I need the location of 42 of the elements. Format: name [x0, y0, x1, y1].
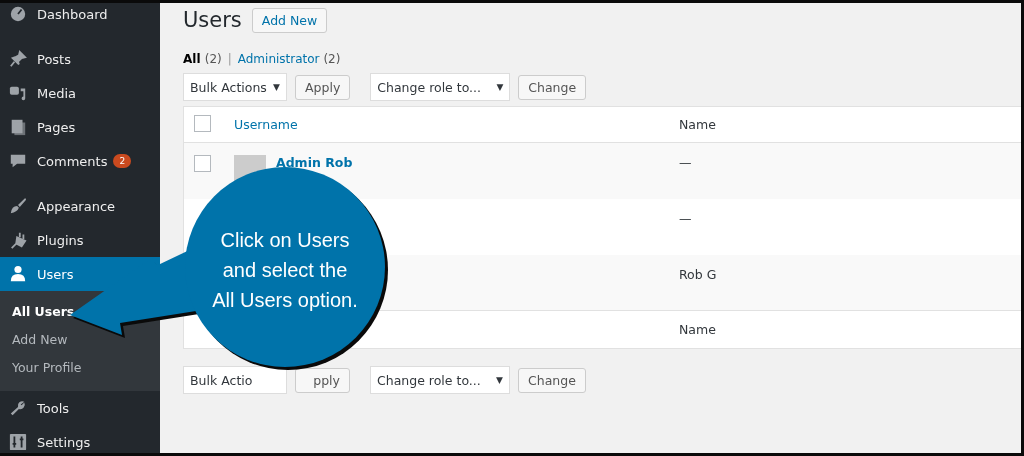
- add-new-button[interactable]: Add New: [251, 7, 328, 33]
- sidebar-item[interactable]: Appearance: [0, 189, 160, 223]
- apply-button[interactable]: pply: [295, 367, 350, 393]
- change-role-select[interactable]: Change role to... ▼: [370, 73, 511, 101]
- sidebar-item[interactable]: Plugins: [0, 223, 160, 257]
- sidebar-item[interactable]: Posts: [0, 42, 160, 76]
- bulk-actions-select[interactable]: Bulk Actions ▼: [183, 73, 287, 101]
- plug-icon: [9, 231, 27, 249]
- sidebar-item[interactable]: Tools: [0, 391, 160, 425]
- change-button[interactable]: Change: [518, 367, 586, 393]
- media-icon: [9, 84, 27, 102]
- table-cell: Rob G: [679, 266, 717, 282]
- wrench-icon: [9, 399, 27, 417]
- sidebar-item[interactable]: Dashboard: [0, 3, 160, 31]
- column-header[interactable]: Username: [234, 117, 298, 132]
- submenu-item[interactable]: Add New: [0, 326, 160, 354]
- row-checkbox[interactable]: [194, 155, 211, 172]
- count-badge: 2: [113, 154, 132, 168]
- select-all-checkbox[interactable]: [194, 114, 211, 132]
- callout-text: Click on Users and select the All Users option.: [211, 228, 359, 313]
- pin-icon: [9, 50, 27, 68]
- change-button[interactable]: Change: [518, 74, 587, 100]
- filter-link[interactable]: All (2): [183, 52, 222, 66]
- column-header: Name: [679, 117, 716, 132]
- table-cell: —: [679, 210, 692, 226]
- sidebar-item[interactable]: Media: [0, 76, 160, 110]
- bulk-actions-select[interactable]: Bulk Actio: [183, 366, 287, 394]
- change-role-select[interactable]: Change role to... ▼: [370, 366, 510, 394]
- submenu-item[interactable]: Your Profile: [0, 354, 160, 382]
- filter-link[interactable]: Administrator (2): [237, 52, 341, 66]
- sidebar-item[interactable]: Settings: [0, 425, 160, 453]
- page-title: Users: [183, 8, 242, 32]
- sidebar-item[interactable]: Pages: [0, 110, 160, 144]
- pages-icon: [9, 118, 27, 136]
- table-cell: —: [679, 155, 692, 170]
- sidebar-item[interactable]: Comments 2: [0, 144, 160, 178]
- column-header: Name: [679, 322, 716, 337]
- apply-button[interactable]: Apply: [295, 74, 351, 100]
- comment-icon: [9, 152, 27, 170]
- brush-icon: [9, 197, 27, 215]
- user-icon: [9, 265, 27, 283]
- separator: |: [227, 52, 232, 66]
